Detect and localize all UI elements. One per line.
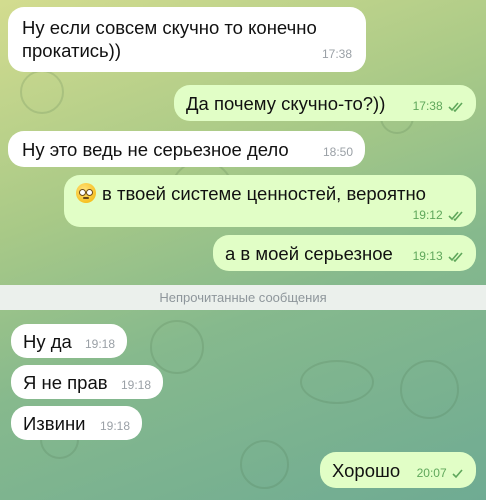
message-time: 19:18 xyxy=(120,378,151,392)
message-time: 19:18 xyxy=(84,337,115,351)
rolling-eyes-emoji-icon xyxy=(76,183,96,203)
message-time: 19:18 xyxy=(99,419,130,433)
message-text: Хорошо xyxy=(332,460,401,481)
message-bubble-incoming[interactable]: Ну это ведь не серьезное дело 18:50 xyxy=(8,131,365,167)
message-text: Ну если совсем скучно то конечно xyxy=(22,17,317,38)
message-time: 18:50 xyxy=(322,145,353,159)
message-bubble-outgoing[interactable]: в твоей системе ценностей, вероятно 19:1… xyxy=(64,175,476,227)
double-check-icon xyxy=(448,252,463,262)
single-check-icon xyxy=(452,469,463,479)
message-time: 17:38 xyxy=(321,47,352,62)
message-time: 17:38 xyxy=(412,99,443,113)
message-text: Я не прав xyxy=(23,372,108,393)
unread-messages-divider: Непрочитанные сообщения xyxy=(0,285,486,310)
message-time: 20:07 xyxy=(416,466,447,480)
message-bubble-outgoing[interactable]: Да почему скучно-то?)) 17:38 xyxy=(174,85,476,121)
message-text: а в моей серьезное xyxy=(225,243,393,264)
message-bubble-incoming[interactable]: Ну да 19:18 xyxy=(11,324,127,358)
message-text: Ну да xyxy=(23,331,72,352)
message-text: Извини xyxy=(23,413,86,434)
message-bubble-incoming[interactable]: Ну если совсем скучно то конечно прокати… xyxy=(8,7,366,72)
double-check-icon xyxy=(448,102,463,112)
message-time: 19:12 xyxy=(412,208,443,222)
message-bubble-incoming[interactable]: Я не прав 19:18 xyxy=(11,365,163,399)
message-text: прокатись)) xyxy=(22,40,121,62)
unread-divider-label: Непрочитанные сообщения xyxy=(159,290,327,305)
background-doodle xyxy=(300,360,374,404)
background-doodle xyxy=(20,70,64,114)
message-bubble-incoming[interactable]: Извини 19:18 xyxy=(11,406,142,440)
message-time: 19:13 xyxy=(412,249,443,263)
message-text: в твоей системе ценностей, вероятно xyxy=(102,183,426,204)
message-text: Ну это ведь не серьезное дело xyxy=(22,139,289,160)
background-doodle xyxy=(400,360,459,419)
background-doodle xyxy=(240,440,289,489)
background-doodle xyxy=(150,320,204,374)
message-bubble-outgoing[interactable]: Хорошо 20:07 xyxy=(320,452,476,488)
double-check-icon xyxy=(448,211,463,221)
message-text: Да почему скучно-то?)) xyxy=(186,93,386,114)
message-bubble-outgoing[interactable]: а в моей серьезное 19:13 xyxy=(213,235,476,271)
